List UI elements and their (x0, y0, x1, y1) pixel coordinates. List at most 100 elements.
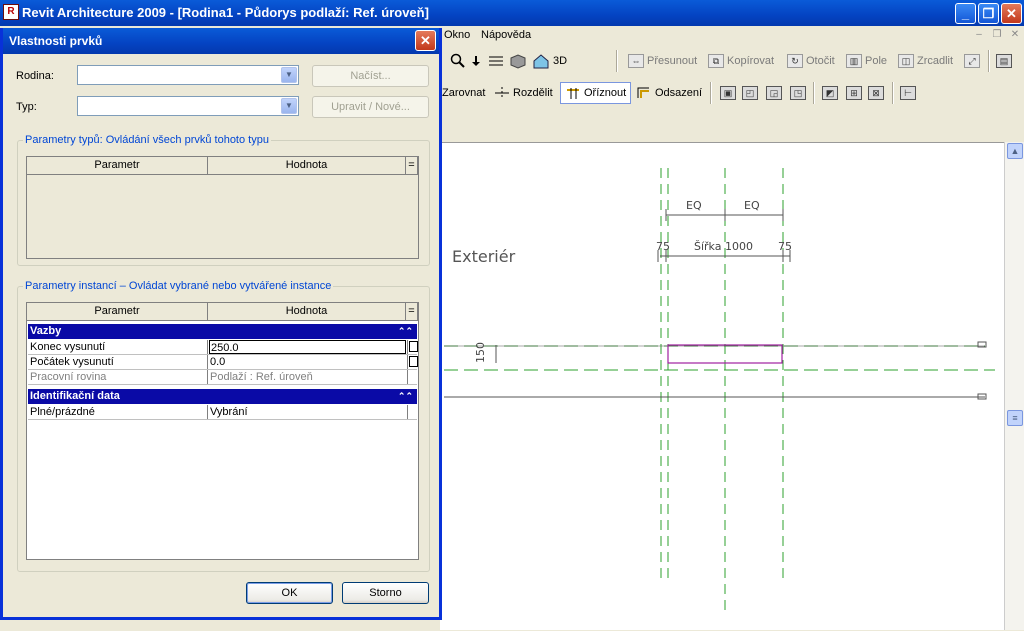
load-button[interactable]: Načíst... (312, 65, 429, 87)
category-constraints-label: Vazby (30, 325, 62, 337)
param-key: Plné/prázdné (28, 405, 208, 419)
zoom-dropdown-icon[interactable] (470, 52, 482, 70)
type-select[interactable]: ▼ (77, 96, 299, 116)
revit-app-icon[interactable]: R (3, 4, 19, 20)
drawing-canvas[interactable]: Exteriér EQ EQ 75 Šířka 1000 75 150 (440, 142, 1004, 630)
mdi-restore-icon[interactable]: ❐ (990, 29, 1004, 43)
col-value[interactable]: Hodnota (208, 157, 406, 175)
instance-parameters-grid[interactable]: Parametr Hodnota = Vazby ⌃⌃ Konec vysunu… (26, 302, 419, 560)
dim-height-label[interactable]: 150 (474, 342, 487, 363)
scroll-thumb[interactable]: ≡ (1007, 410, 1023, 426)
app-title: Revit Architecture 2009 - [Rodina1 - Půd… (22, 5, 429, 20)
menu-napoveda[interactable]: Nápověda (481, 29, 531, 41)
measure-button[interactable]: ⊢ (900, 84, 916, 102)
col-parameter[interactable]: Parametr (27, 303, 208, 321)
zoom-icon[interactable] (450, 52, 466, 70)
rotate-button[interactable]: ↻ Otočit (787, 52, 835, 70)
dim-right-75[interactable]: 75 (778, 240, 792, 253)
ok-button[interactable]: OK (246, 582, 333, 604)
resize-button[interactable]: ⤢ (964, 52, 980, 70)
col-value[interactable]: Hodnota (208, 303, 406, 321)
dialog-close-button[interactable]: ✕ (415, 30, 436, 51)
vertical-scrollbar[interactable]: ▲ ≡ (1004, 142, 1024, 630)
param-value[interactable]: 0.0 (209, 355, 406, 369)
col-equals[interactable]: = (406, 303, 418, 321)
chevron-down-icon[interactable]: ▼ (281, 67, 297, 83)
mdi-close-icon[interactable]: ✕ (1008, 29, 1022, 43)
param-row-extrusion-end[interactable]: Konec vysunutí 250.0 (28, 340, 418, 355)
restore-button[interactable]: ❐ (978, 3, 999, 24)
mirror-label: Zrcadlit (917, 55, 954, 67)
move-button[interactable]: ⇔ Přesunout (628, 52, 697, 70)
col-equals[interactable]: = (406, 157, 418, 175)
type-parameters-grid[interactable]: Parametr Hodnota = (26, 156, 419, 259)
paint-button[interactable]: ◩ (822, 84, 838, 102)
toolbar-separator (892, 82, 894, 104)
demolish-button[interactable]: ⊠ (868, 84, 884, 102)
param-key: Pracovní rovina (28, 370, 208, 384)
dim-eq-right[interactable]: EQ (744, 199, 760, 212)
element-properties-dialog: Vlastnosti prvků ✕ Rodina: ▼ Načíst... T… (0, 28, 442, 620)
join-geometry-button[interactable]: ▣ (720, 84, 736, 102)
param-row-extrusion-start[interactable]: Počátek vysunutí 0.0 (28, 355, 418, 370)
unjoin-geometry-button[interactable]: ◰ (742, 84, 758, 102)
param-associate-button[interactable] (407, 355, 418, 369)
col-parameter[interactable]: Parametr (27, 157, 208, 175)
copy-label: Kopírovat (727, 55, 775, 67)
split-face-button[interactable]: ⊞ (846, 84, 862, 102)
align-label: Zarovnat (442, 87, 486, 99)
3d-view-label: 3D (553, 55, 568, 67)
mdi-minimize-icon[interactable]: – (972, 29, 986, 43)
array-button[interactable]: ▥ Pole (846, 52, 887, 70)
move-icon: ⇔ (628, 54, 644, 68)
mirror-icon: ◫ (898, 54, 914, 68)
close-button[interactable]: ✕ (1001, 3, 1022, 24)
scroll-up-icon[interactable]: ▲ (1007, 143, 1023, 159)
chevron-down-icon[interactable]: ▼ (281, 98, 297, 114)
toolbar-separator (813, 82, 815, 104)
param-key: Konec vysunutí (28, 340, 208, 354)
param-key: Počátek vysunutí (28, 355, 208, 369)
copy-button[interactable]: ⧉ Kopírovat (708, 52, 774, 70)
category-identity-data[interactable]: Identifikační data ⌃⌃ (28, 389, 417, 404)
shading-icon[interactable] (509, 52, 527, 70)
dim-width-label[interactable]: Šířka 1000 (694, 240, 753, 253)
split-button[interactable]: Rozdělit (494, 84, 553, 102)
edit-new-button[interactable]: Upravit / Nové... (312, 96, 429, 118)
mirror-button[interactable]: ◫ Zrcadlit (898, 52, 953, 70)
instance-parameters-title: Parametry instancí – Ovládat vybrané neb… (23, 280, 334, 292)
align-button[interactable]: Zarovnat (442, 84, 485, 102)
cut-geometry-button[interactable]: ◲ (766, 84, 782, 102)
param-row-work-plane[interactable]: Pracovní rovina Podlaží : Ref. úroveň (28, 370, 417, 385)
toolbar-separator (616, 50, 618, 72)
cut-geometry-icon: ◲ (766, 86, 782, 100)
collapse-icon[interactable]: ⌃⌃ (398, 324, 413, 339)
3d-view-button[interactable]: 3D (532, 52, 567, 70)
dim-left-75[interactable]: 75 (656, 240, 670, 253)
trim-label: Oříznout (584, 87, 627, 99)
param-value[interactable]: Vybrání (209, 405, 406, 419)
offset-button[interactable]: Odsazení (636, 84, 702, 102)
uncut-geometry-button[interactable]: ◳ (790, 84, 806, 102)
category-identity-data-label: Identifikační data (30, 390, 120, 402)
join-geometry-icon: ▣ (720, 86, 736, 100)
collapse-icon[interactable]: ⌃⌃ (398, 389, 413, 404)
minimize-button[interactable]: _ (955, 3, 976, 24)
param-row-solid-void[interactable]: Plné/prázdné Vybrání (28, 405, 417, 420)
cancel-button[interactable]: Storno (342, 582, 429, 604)
thin-lines-icon[interactable] (487, 52, 505, 70)
offset-icon (637, 87, 649, 98)
plan-view[interactable] (440, 143, 1004, 631)
demolish-icon: ⊠ (868, 86, 884, 100)
unjoin-geometry-icon: ◰ (742, 86, 758, 100)
group-button[interactable]: ▤ (996, 52, 1012, 70)
menu-okno[interactable]: Okno (444, 29, 470, 41)
dim-eq-left[interactable]: EQ (686, 199, 702, 212)
category-constraints[interactable]: Vazby ⌃⌃ (28, 324, 417, 339)
param-associate-button[interactable] (407, 340, 418, 354)
trim-button[interactable]: Oříznout (560, 82, 632, 104)
family-select[interactable]: ▼ (77, 65, 299, 85)
param-value-input[interactable]: 250.0 (209, 340, 406, 354)
house-3d-icon (533, 54, 549, 69)
split-label: Rozdělit (513, 87, 553, 99)
